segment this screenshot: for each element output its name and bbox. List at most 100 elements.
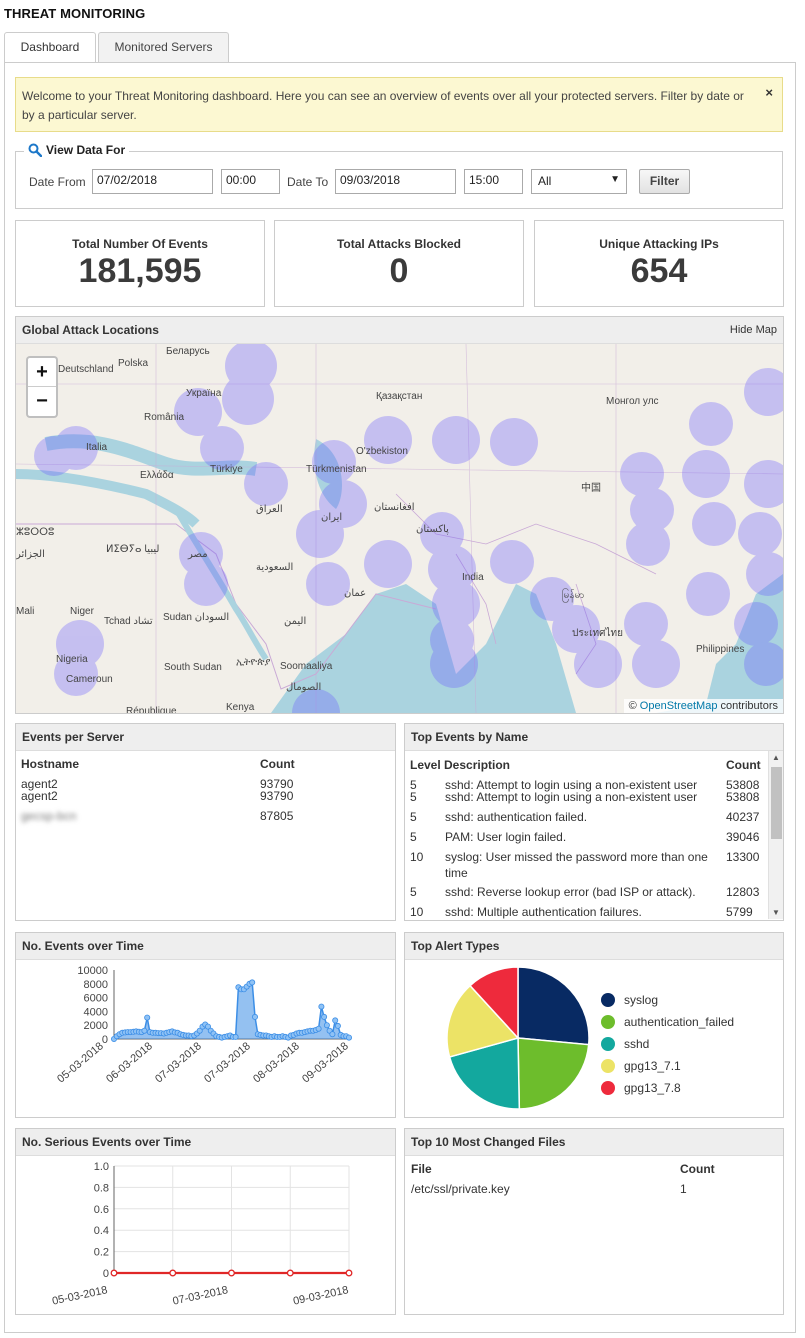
data-point (110, 1269, 118, 1277)
x-tick-label: 09-03-2018 (292, 1284, 350, 1307)
welcome-notice: Welcome to your Threat Monitoring dashbo… (15, 77, 783, 132)
data-point (286, 1269, 294, 1277)
x-tick-label: 07-03-2018 (202, 1040, 253, 1085)
map-place-label: Ελλάδα (140, 470, 174, 481)
event-description: sshd: Attempt to login using a non-exist… (445, 790, 698, 804)
legend-label: sshd (624, 1037, 650, 1051)
x-tick-label: 05-03-2018 (51, 1284, 109, 1307)
data-point (169, 1269, 177, 1277)
map-place-label: République (126, 706, 177, 713)
tab-monitored-servers[interactable]: Monitored Servers (98, 32, 229, 63)
pie-slice (517, 966, 590, 1046)
data-point (249, 979, 256, 986)
data-point (228, 1269, 235, 1277)
data-point (345, 1034, 352, 1041)
hide-map-link[interactable]: Hide Map (730, 317, 777, 343)
column-header-description: Description (444, 758, 511, 772)
alert-types-pie-chart (446, 966, 590, 1110)
close-icon[interactable]: × (765, 83, 773, 102)
map-place-label: مصر (188, 549, 208, 560)
events-over-time-panel: No. Events over Time 0 2000 4000 6000 8000 10… (15, 932, 396, 1118)
panel-header: No. Serious Events over Time (16, 1129, 395, 1156)
map-place-label: اليمن (284, 616, 307, 627)
serious-events-chart: 0 0.2 0.4 0.6 0.8 1.0 05-03-2018 07-03-2018 09-0… (51, 1161, 353, 1308)
map-place-label: Kenya (226, 702, 255, 713)
map-place-label: Türkmenistan (306, 464, 367, 475)
dropdown-arrow-icon: ▼ (610, 174, 620, 185)
map-place-label: ኢትዮጵያ (236, 657, 271, 668)
column-header-count: Count (680, 1162, 715, 1176)
event-level: 10 (410, 850, 424, 864)
openstreetmap-link[interactable]: OpenStreetMap (640, 700, 718, 712)
y-tick-label: 8000 (84, 979, 108, 991)
map-place-label: الصومال (286, 682, 322, 693)
date-from-input[interactable]: 07/02/2018 (92, 169, 213, 194)
data-point (251, 1013, 258, 1020)
map-place-label: پاکستان (416, 524, 449, 535)
server-count: 93790 (260, 789, 294, 803)
panel-header: Events per Server (16, 724, 395, 751)
map-place-label: افغانستان (374, 502, 415, 513)
server-hostname: agent2 (21, 789, 58, 803)
event-description: PAM: User login failed. (445, 830, 567, 844)
date-to-input[interactable]: 09/03/2018 (335, 169, 456, 194)
data-point (321, 1013, 328, 1020)
top-events-panel: Top Events by Name Level Description Cou… (404, 723, 784, 921)
table-scrollbar[interactable]: ▲ ▼ (768, 751, 783, 919)
map-place-label: Монгол улс (606, 396, 659, 407)
event-description: sshd: Reverse lookup error (bad ISP or a… (445, 885, 696, 899)
filter-legend: View Data For (24, 143, 130, 157)
changed-file-count: 1 (680, 1182, 687, 1196)
event-count: 53808 (726, 790, 760, 804)
map-place-label: عمان (344, 588, 367, 599)
column-header-file: File (411, 1162, 432, 1176)
map-place-label: Sudan السودان (163, 612, 230, 623)
scroll-up-icon[interactable]: ▲ (772, 753, 780, 762)
panel-header: No. Events over Time (16, 933, 395, 960)
map-title: Global Attack Locations (22, 323, 159, 337)
event-level: 5 (410, 810, 417, 824)
event-description: sshd: Multiple authentication failures. (445, 905, 642, 919)
stat-attacks-blocked: Total Attacks Blocked 0 (274, 220, 524, 307)
y-tick-label: 6000 (84, 993, 108, 1005)
events-over-time-chart: 0 2000 40006000 8000 10000 05-03-201806-03-20… (55, 965, 352, 1085)
column-header-level: Level (410, 758, 441, 772)
attack-map[interactable]: Беларусь Polska Deutschland Україна România I… (16, 344, 783, 713)
column-header-count: Count (726, 758, 761, 772)
legend-swatch (601, 1081, 615, 1095)
legend-swatch (601, 1059, 615, 1073)
map-place-label: Tchad تشاد (104, 616, 153, 627)
panel-header: Top 10 Most Changed Files (405, 1129, 783, 1156)
y-tick-label: 0 (103, 1268, 109, 1280)
server-select[interactable]: All ▼ (531, 169, 627, 194)
x-tick-label: 07-03-2018 (153, 1040, 204, 1085)
data-point (141, 1027, 148, 1034)
filter-button[interactable]: Filter (639, 169, 690, 194)
map-place-label: Soomaaliya (280, 661, 333, 672)
map-place-label: မြန်မာ (562, 590, 585, 601)
data-point (144, 1014, 151, 1021)
map-place-label: ประเทศไทย (572, 628, 623, 639)
event-level: 10 (410, 905, 424, 919)
stat-total-events: Total Number Of Events 181,595 (15, 220, 265, 307)
scroll-thumb[interactable] (771, 767, 782, 839)
panel-header: Top Events by Name (405, 724, 783, 751)
legend-swatch (601, 1015, 615, 1029)
y-tick-label: 4000 (84, 1006, 108, 1018)
time-from-input[interactable]: 00:00 (221, 169, 280, 194)
scroll-down-icon[interactable]: ▼ (772, 908, 780, 917)
map-place-label: Cameroun (66, 674, 113, 685)
date-from-label: Date From (29, 175, 86, 189)
zoom-in-button[interactable]: + (28, 358, 56, 387)
stat-value: 0 (389, 252, 409, 290)
zoom-out-button[interactable]: − (28, 387, 56, 416)
filter-panel: View Data For Date From 07/02/2018 00:00… (15, 143, 783, 209)
event-count: 40237 (726, 810, 760, 824)
time-to-input[interactable]: 15:00 (464, 169, 523, 194)
data-point (315, 1025, 322, 1032)
map-attribution: © OpenStreetMap contributors (623, 699, 783, 713)
column-header-hostname: Hostname (21, 757, 80, 771)
map-place-label: الجزائر (16, 549, 45, 560)
tab-dashboard[interactable]: Dashboard (4, 32, 96, 64)
server-count: 87805 (260, 809, 294, 823)
